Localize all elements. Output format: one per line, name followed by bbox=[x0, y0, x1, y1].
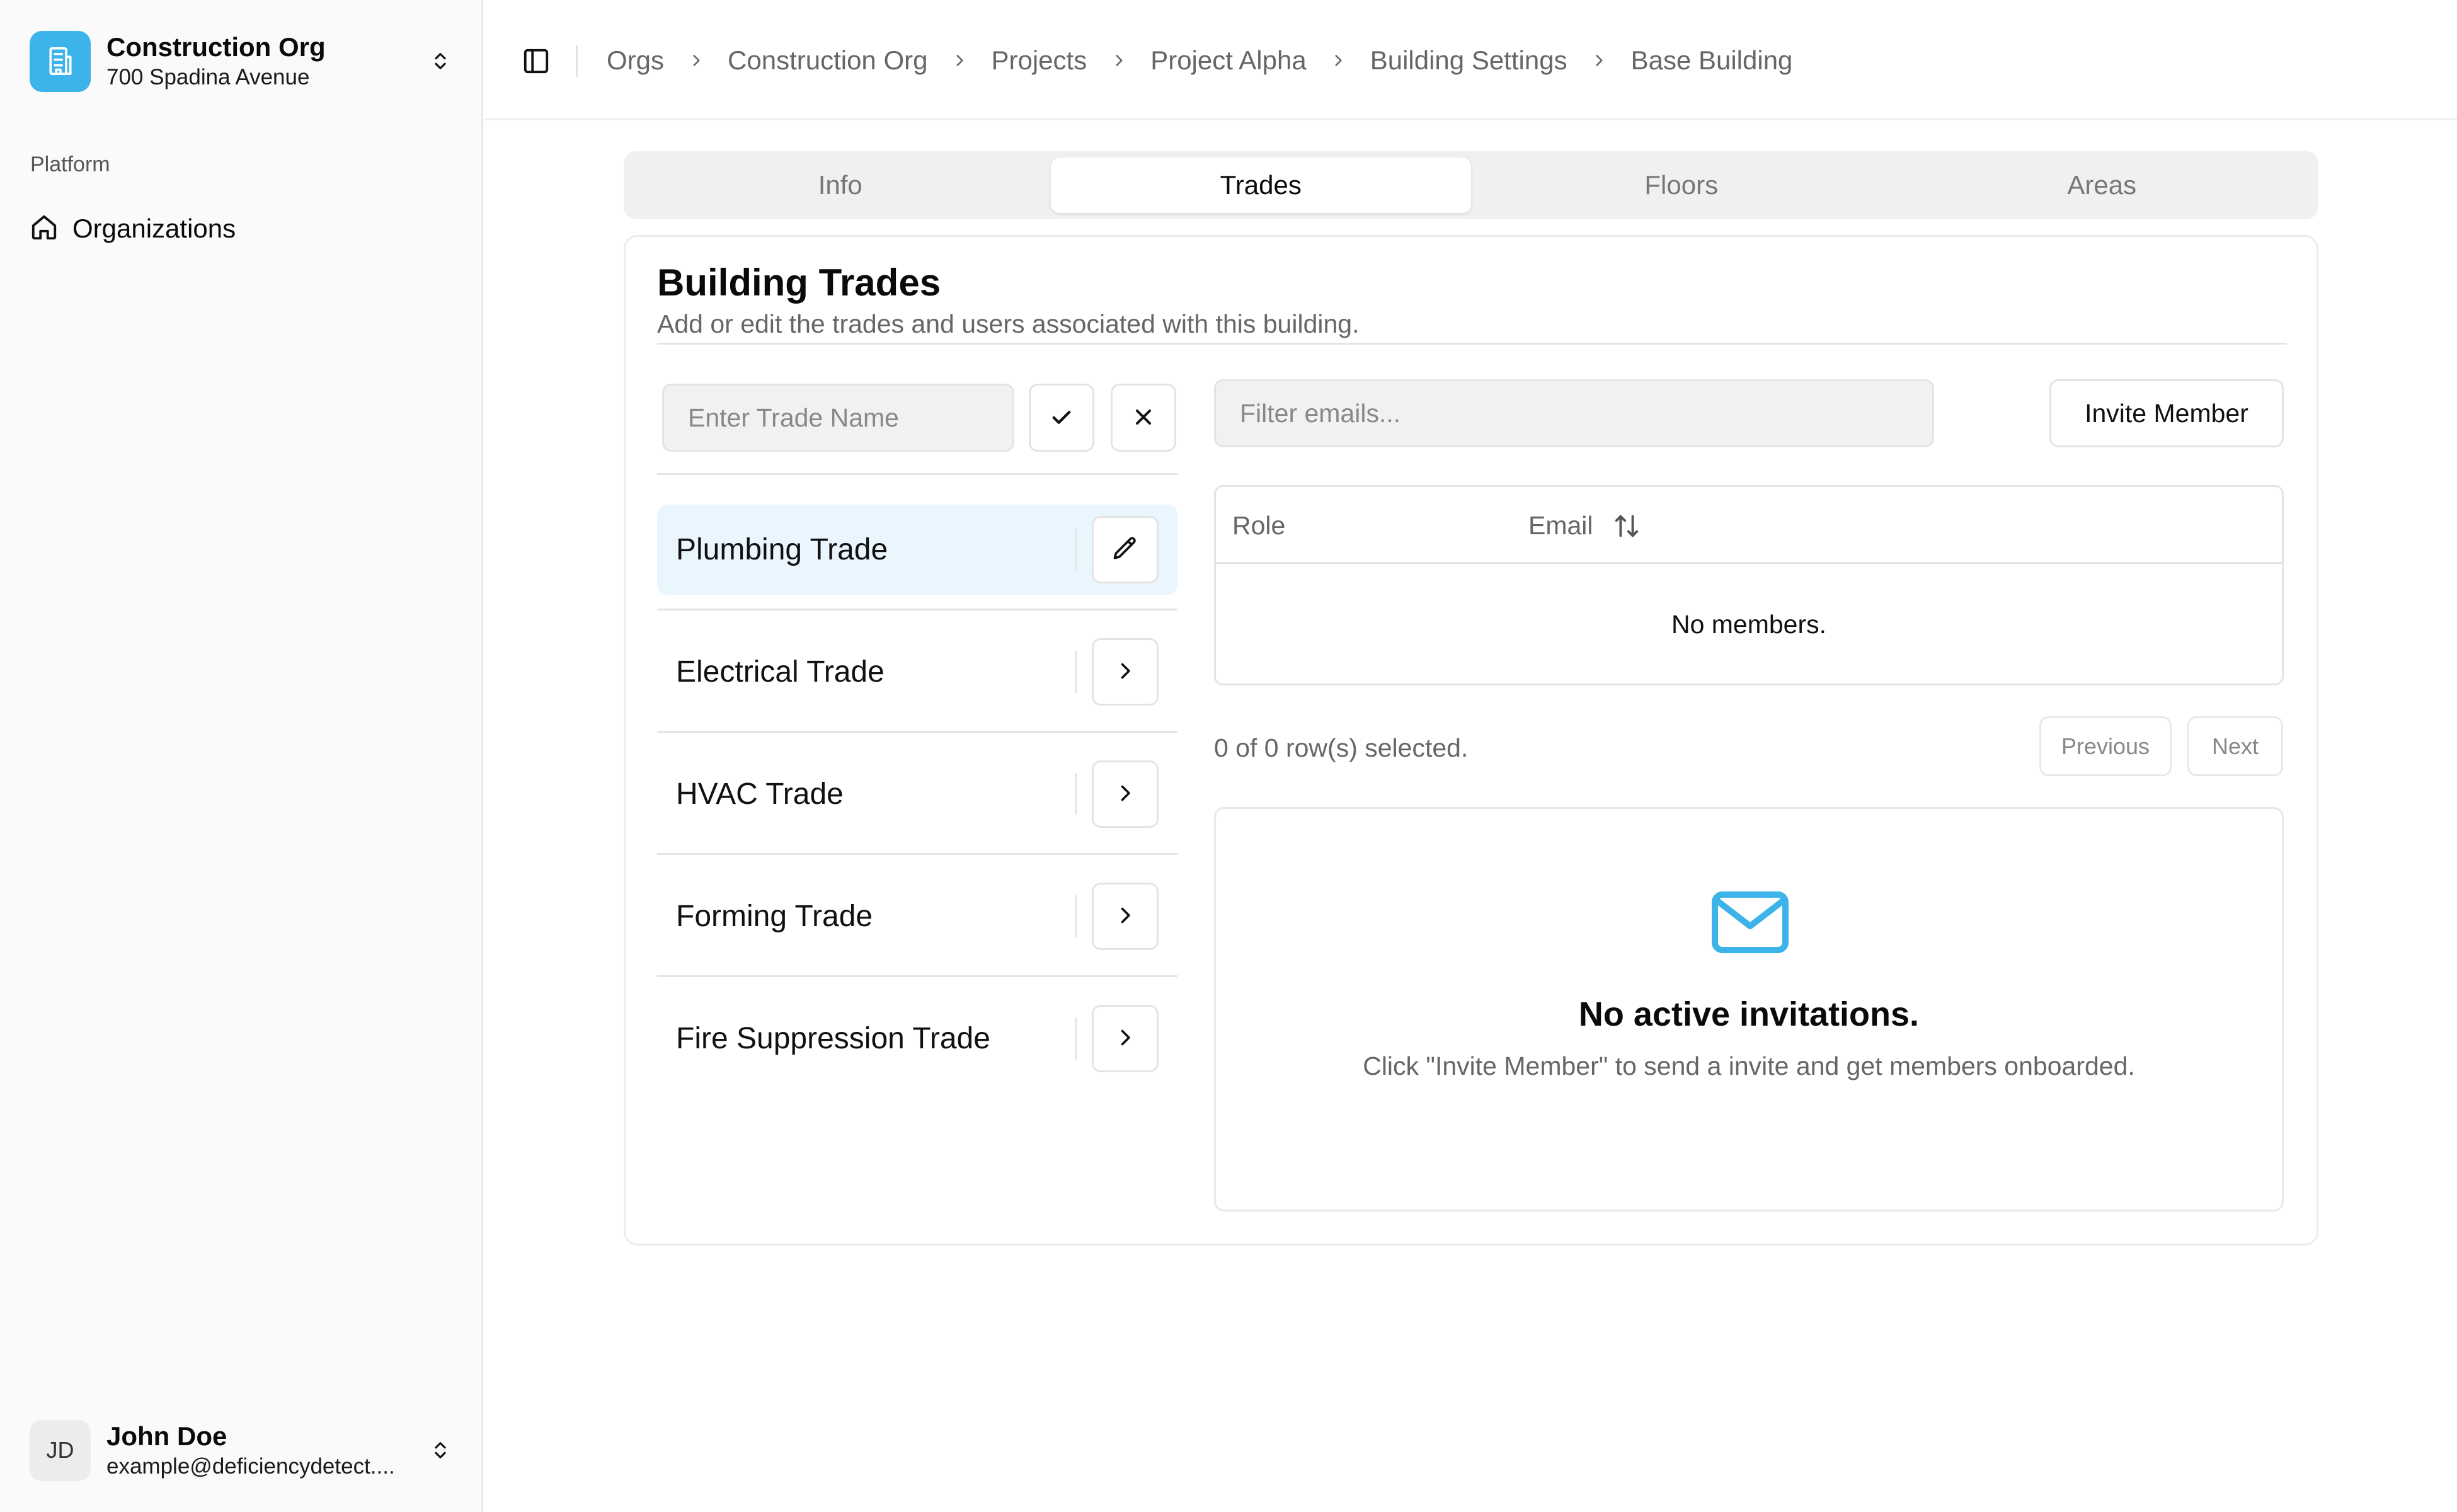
divider bbox=[1075, 895, 1077, 937]
divider bbox=[657, 853, 1177, 855]
tab-trades[interactable]: Trades bbox=[1050, 158, 1471, 213]
user-name: John Doe bbox=[106, 1421, 227, 1451]
trade-row-hvac[interactable]: HVAC Trade bbox=[657, 749, 1177, 839]
home-icon bbox=[30, 213, 59, 245]
trade-row-plumbing[interactable]: Plumbing Trade bbox=[657, 505, 1177, 595]
org-address: 700 Spadina Avenue bbox=[106, 65, 310, 89]
invitations-empty-title: No active invitations. bbox=[1578, 995, 1920, 1033]
trade-label: Forming Trade bbox=[676, 900, 873, 933]
settings-tabs: Info Trades Floors Areas bbox=[624, 151, 2318, 219]
divider bbox=[1075, 529, 1077, 571]
open-trade-button[interactable] bbox=[1092, 638, 1159, 706]
close-icon bbox=[1131, 404, 1156, 432]
trade-row-electrical[interactable]: Electrical Trade bbox=[657, 627, 1177, 717]
chevron-right-icon bbox=[1114, 660, 1137, 684]
table-header: Role Email bbox=[1216, 487, 2282, 564]
chevron-right-icon bbox=[1307, 52, 1370, 69]
user-email: example@deficiencydetect.... bbox=[106, 1454, 395, 1479]
sidebar-toggle-icon[interactable] bbox=[517, 42, 556, 81]
building-icon bbox=[30, 30, 91, 92]
chevrons-up-down-icon[interactable] bbox=[423, 1433, 458, 1468]
building-trades-card: Building Trades Add or edit the trades a… bbox=[624, 235, 2318, 1246]
sidebar-item-organizations[interactable]: Organizations bbox=[30, 207, 236, 251]
top-header: Orgs Construction Org Projects Project A… bbox=[485, 0, 2457, 120]
trade-list: Plumbing Trade Electrical Trade HVAC Tra… bbox=[657, 505, 1177, 1084]
trade-row-forming[interactable]: Forming Trade bbox=[657, 871, 1177, 961]
divider bbox=[657, 343, 2287, 345]
trade-label: HVAC Trade bbox=[676, 777, 844, 811]
app-root: Construction Org 700 Spadina Avenue Plat… bbox=[0, 0, 2457, 1512]
org-switcher[interactable]: Construction Org 700 Spadina Avenue bbox=[30, 30, 458, 93]
breadcrumb-projects[interactable]: Projects bbox=[991, 45, 1087, 76]
divider bbox=[657, 975, 1177, 977]
invitations-panel: No active invitations. Click "Invite Mem… bbox=[1214, 807, 2284, 1211]
breadcrumb-orgs[interactable]: Orgs bbox=[607, 45, 664, 76]
cancel-trade-button[interactable] bbox=[1111, 384, 1176, 452]
trade-label: Fire Suppression Trade bbox=[676, 1022, 990, 1055]
sidebar: Construction Org 700 Spadina Avenue Plat… bbox=[0, 0, 483, 1512]
check-icon bbox=[1048, 404, 1075, 432]
column-header-email-label: Email bbox=[1528, 511, 1593, 540]
chevron-right-icon bbox=[1114, 1026, 1137, 1051]
chevron-right-icon bbox=[1087, 52, 1150, 69]
breadcrumb-project-alpha[interactable]: Project Alpha bbox=[1150, 45, 1307, 76]
column-header-role: Role bbox=[1232, 511, 1286, 540]
filter-emails-input[interactable] bbox=[1214, 379, 1934, 447]
table-empty-state: No members. bbox=[1671, 610, 1827, 639]
tab-areas[interactable]: Areas bbox=[1892, 158, 2313, 213]
chevron-right-icon bbox=[1567, 52, 1631, 69]
tab-floors[interactable]: Floors bbox=[1471, 158, 1892, 213]
open-trade-button[interactable] bbox=[1092, 760, 1159, 828]
sort-arrows-icon[interactable] bbox=[1612, 512, 1641, 541]
trade-row-fire-suppression[interactable]: Fire Suppression Trade bbox=[657, 994, 1177, 1084]
user-menu[interactable]: JD John Doe example@deficiencydetect.... bbox=[30, 1419, 458, 1482]
mail-icon bbox=[1712, 891, 1789, 953]
trade-name-input[interactable] bbox=[662, 384, 1014, 452]
column-header-email[interactable]: Email bbox=[1528, 511, 1641, 541]
sidebar-group-label: Platform bbox=[30, 152, 110, 176]
sidebar-item-label: Organizations bbox=[72, 214, 236, 243]
divider bbox=[1075, 1017, 1077, 1060]
card-title: Building Trades bbox=[657, 261, 941, 304]
invite-member-button[interactable]: Invite Member bbox=[2049, 379, 2284, 447]
pencil-icon bbox=[1111, 535, 1139, 564]
chevrons-up-down-icon[interactable] bbox=[423, 43, 458, 79]
tab-info[interactable]: Info bbox=[630, 158, 1051, 213]
previous-page-button[interactable]: Previous bbox=[2039, 716, 2172, 776]
invitations-empty-description: Click "Invite Member" to send a invite a… bbox=[1363, 1051, 2135, 1080]
org-name: Construction Org bbox=[106, 32, 326, 62]
chevron-right-icon bbox=[1114, 782, 1137, 806]
breadcrumb-base-building: Base Building bbox=[1630, 45, 1793, 75]
divider bbox=[657, 731, 1177, 733]
open-trade-button[interactable] bbox=[1092, 1005, 1159, 1072]
edit-trade-button[interactable] bbox=[1092, 516, 1159, 583]
chevron-right-icon bbox=[1114, 904, 1137, 929]
trade-label: Plumbing Trade bbox=[676, 533, 888, 566]
divider bbox=[657, 473, 1177, 475]
selected-rows-count: 0 of 0 row(s) selected. bbox=[1214, 733, 1469, 762]
breadcrumb-construction-org[interactable]: Construction Org bbox=[728, 45, 927, 76]
divider bbox=[1075, 773, 1077, 815]
header-divider bbox=[576, 45, 578, 77]
members-table: Role Email No members. bbox=[1214, 485, 2284, 685]
trade-label: Electrical Trade bbox=[676, 655, 885, 689]
avatar: JD bbox=[30, 1419, 91, 1481]
open-trade-button[interactable] bbox=[1092, 883, 1159, 950]
chevron-right-icon bbox=[927, 52, 991, 69]
breadcrumb-building-settings[interactable]: Building Settings bbox=[1370, 45, 1567, 76]
confirm-trade-button[interactable] bbox=[1029, 384, 1094, 452]
chevron-right-icon bbox=[664, 52, 728, 69]
next-page-button[interactable]: Next bbox=[2187, 716, 2283, 776]
divider bbox=[1075, 651, 1077, 693]
card-description: Add or edit the trades and users associa… bbox=[657, 309, 1360, 338]
breadcrumb: Orgs Construction Org Projects Project A… bbox=[607, 43, 1792, 78]
divider bbox=[657, 609, 1177, 610]
